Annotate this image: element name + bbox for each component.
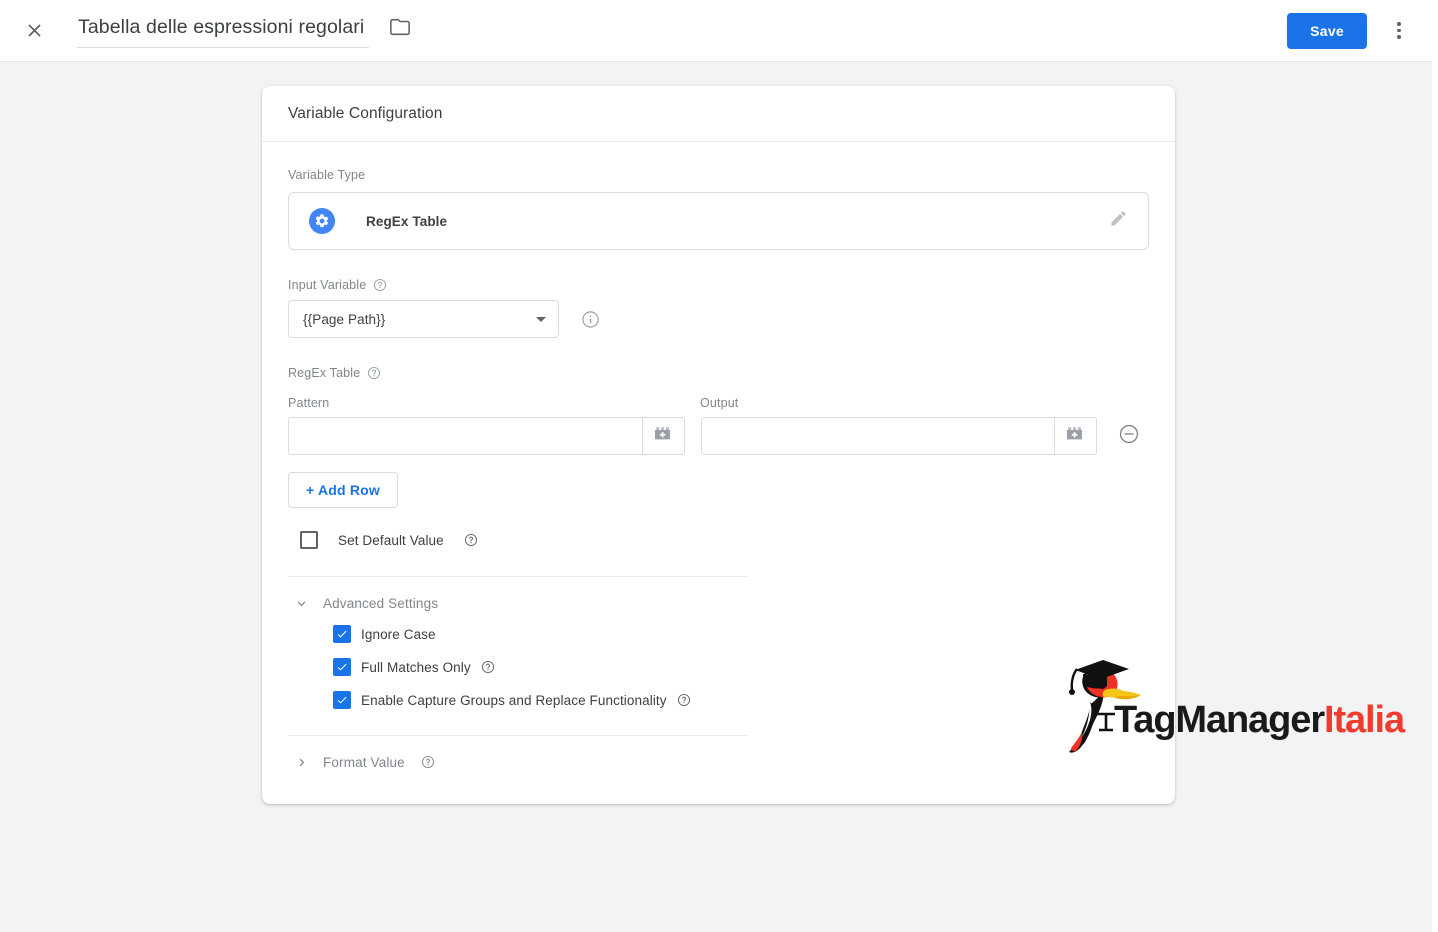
help-circle-icon[interactable] <box>464 533 478 547</box>
more-vert-icon <box>1397 22 1401 26</box>
logo-text-primary: TagManager <box>1114 699 1325 741</box>
gear-circle-icon <box>309 208 335 234</box>
variable-type-label-row: Variable Type <box>288 168 1149 182</box>
ignore-case-label: Ignore Case <box>361 626 436 642</box>
input-variable-value: {{Page Path}} <box>303 311 386 327</box>
set-default-value-checkbox[interactable] <box>300 531 318 549</box>
regex-table-header: Pattern Output <box>288 396 1149 410</box>
pattern-cell <box>288 417 685 455</box>
card-header: Variable Configuration <box>262 86 1175 142</box>
remove-circle-icon <box>1118 423 1140 450</box>
variable-type-name: RegEx Table <box>366 213 448 229</box>
section-divider <box>288 576 748 577</box>
advanced-option-full-matches-only: Full Matches Only <box>333 658 1149 676</box>
input-variable-row: {{Page Path}} <box>288 300 1149 338</box>
document-title-input[interactable]: Tabella delle espressioni regolari <box>77 13 369 48</box>
close-button[interactable] <box>14 11 54 51</box>
variable-brick-icon <box>1066 425 1086 448</box>
help-circle-icon[interactable] <box>367 366 381 380</box>
chevron-down-icon <box>536 316 546 322</box>
advanced-option-ignore-case: Ignore Case <box>333 625 1149 643</box>
regex-table-label: RegEx Table <box>288 366 361 380</box>
logo-text-accent: Italia <box>1324 699 1405 741</box>
chevron-right-icon <box>293 754 309 770</box>
input-variable-label-row: Input Variable <box>288 278 1149 292</box>
logo-wordmark: TagManagerItalia <box>1114 699 1405 741</box>
info-circle-icon[interactable] <box>581 310 600 329</box>
variable-configuration-card: Variable Configuration Variable Type Reg… <box>262 86 1405 804</box>
pencil-icon <box>1109 209 1128 233</box>
edit-variable-type-button[interactable] <box>1106 209 1130 233</box>
set-default-value-label: Set Default Value <box>338 532 444 548</box>
help-circle-icon[interactable] <box>677 693 691 707</box>
title-area: Tabella delle espressioni regolari <box>77 13 414 48</box>
top-bar-actions: Save <box>1287 11 1438 51</box>
card-title: Variable Configuration <box>288 104 443 122</box>
more-options-button[interactable] <box>1379 11 1419 51</box>
advanced-option-capture-groups: Enable Capture Groups and Replace Functi… <box>333 691 1149 709</box>
variable-brick-icon <box>654 425 674 448</box>
output-input[interactable] <box>702 418 1054 454</box>
advanced-settings-list: Ignore Case Full Matches Only Enable Cap… <box>288 625 1149 709</box>
input-variable-select[interactable]: {{Page Path}} <box>288 300 559 338</box>
table-row <box>288 417 1149 455</box>
input-variable-block: Input Variable {{Page Path}} <box>288 278 1149 338</box>
capture-groups-label: Enable Capture Groups and Replace Functi… <box>361 692 667 708</box>
canvas-right-strip <box>1432 61 1438 932</box>
variable-type-label: Variable Type <box>288 168 366 182</box>
advanced-settings-toggle[interactable]: Advanced Settings <box>288 595 1149 611</box>
folder-button[interactable] <box>386 15 414 43</box>
full-matches-only-checkbox[interactable] <box>333 658 351 676</box>
page-canvas: Variable Configuration Variable Type Reg… <box>0 61 1432 932</box>
gtm-variable-editor: Tabella delle espressioni regolari Save <box>0 0 1438 932</box>
capture-groups-checkbox[interactable] <box>333 691 351 709</box>
output-cell <box>701 417 1097 455</box>
more-vert-icon-dot3 <box>1397 35 1401 39</box>
tagmanageritalia-logo: TagManagerItalia <box>1057 652 1405 757</box>
pattern-input[interactable] <box>289 418 642 454</box>
help-circle-icon[interactable] <box>481 660 495 674</box>
top-bar: Tabella delle espressioni regolari Save <box>0 0 1438 61</box>
help-circle-icon[interactable] <box>421 755 435 769</box>
remove-row-button[interactable] <box>1117 424 1141 448</box>
output-variable-picker-button[interactable] <box>1054 418 1096 454</box>
regex-table-block: RegEx Table Pattern Output + Add Row <box>288 366 1149 508</box>
chevron-down-icon <box>293 595 309 611</box>
advanced-settings-label: Advanced Settings <box>323 595 439 611</box>
help-circle-icon[interactable] <box>373 278 387 292</box>
save-button[interactable]: Save <box>1287 12 1367 49</box>
pattern-variable-picker-button[interactable] <box>642 418 684 454</box>
set-default-value-row: Set Default Value <box>288 531 1149 549</box>
more-vert-icon-dot2 <box>1397 28 1401 33</box>
ignore-case-checkbox[interactable] <box>333 625 351 643</box>
card-body: Variable Type RegEx Table Input Variable… <box>262 142 1175 804</box>
close-icon <box>24 20 45 41</box>
input-variable-label: Input Variable <box>288 278 367 292</box>
full-matches-only-label: Full Matches Only <box>361 659 471 675</box>
column-header-pattern: Pattern <box>288 396 330 410</box>
add-row-button[interactable]: + Add Row <box>288 472 399 508</box>
folder-icon <box>389 16 411 43</box>
format-value-toggle[interactable]: Format Value <box>288 754 1149 770</box>
regex-table-label-row: RegEx Table <box>288 366 1149 380</box>
variable-type-box[interactable]: RegEx Table <box>288 192 1149 250</box>
column-header-output: Output <box>700 396 739 410</box>
section-divider-2 <box>288 735 748 736</box>
format-value-label: Format Value <box>323 754 405 770</box>
